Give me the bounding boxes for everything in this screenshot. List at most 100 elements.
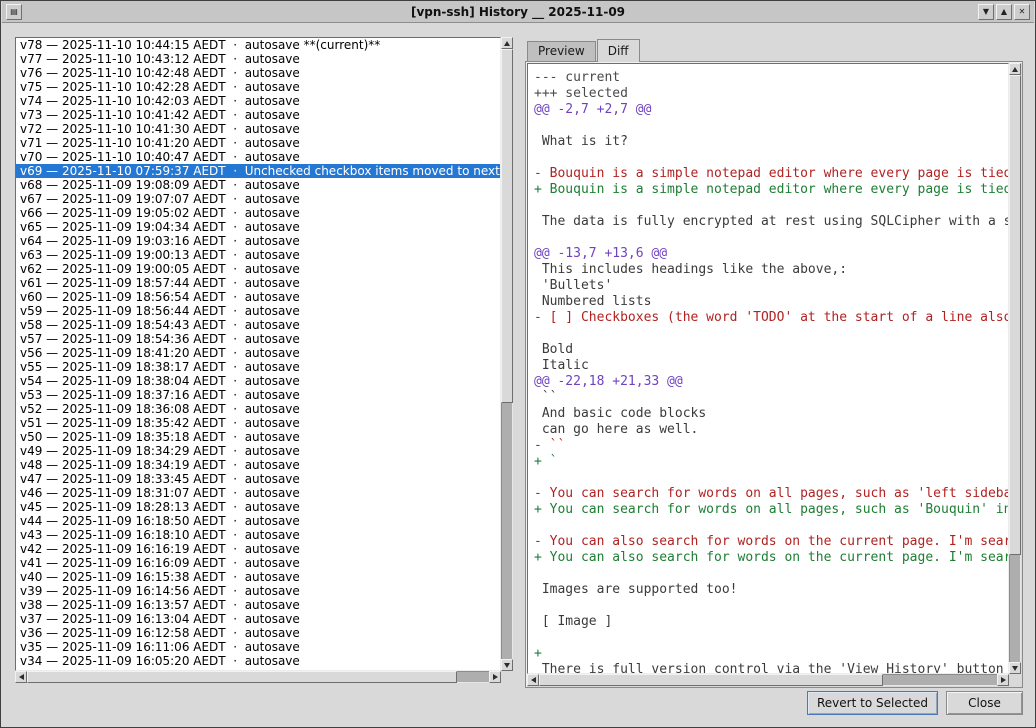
preview-diff-notebook: Preview Diff --- current+++ selected@@ -… [525, 38, 1023, 688]
diff-line [534, 630, 1008, 646]
history-version-row[interactable]: v78 — 2025-11-10 10:44:15 AEDT · autosav… [16, 38, 500, 52]
maximize-button[interactable]: ▲ [996, 4, 1012, 20]
scrollbar-thumb[interactable] [27, 671, 457, 683]
history-version-row[interactable]: v73 — 2025-11-10 10:41:42 AEDT · autosav… [16, 108, 500, 122]
scroll-down-arrow[interactable] [1009, 662, 1021, 674]
scroll-left-arrow[interactable] [527, 674, 539, 686]
close-window-button[interactable]: ✕ [1014, 4, 1030, 20]
diff-line: --- current [534, 70, 1008, 86]
diff-line: This includes headings like the above,: [534, 262, 1008, 278]
arrow-left-icon [19, 674, 24, 680]
diff-line [534, 150, 1008, 166]
window-menu-button[interactable]: ▤ [6, 4, 22, 20]
history-list[interactable]: v78 — 2025-11-10 10:44:15 AEDT · autosav… [15, 37, 501, 671]
diff-line: `` [534, 390, 1008, 406]
history-version-row[interactable]: v53 — 2025-11-09 18:37:16 AEDT · autosav… [16, 388, 500, 402]
history-version-row[interactable]: v48 — 2025-11-09 18:34:19 AEDT · autosav… [16, 458, 500, 472]
scroll-up-arrow[interactable] [501, 37, 513, 49]
scrollbar-thumb[interactable] [539, 674, 883, 686]
close-button[interactable]: Close [946, 691, 1023, 715]
diff-line: And basic code blocks [534, 406, 1008, 422]
history-version-row[interactable]: v39 — 2025-11-09 16:14:56 AEDT · autosav… [16, 584, 500, 598]
scrollbar-thumb[interactable] [501, 49, 513, 403]
diff-line: The data is fully encrypted at rest usin… [534, 214, 1008, 230]
diff-line: - Bouquin is a simple notepad editor whe… [534, 166, 1008, 182]
history-version-row[interactable]: v71 — 2025-11-10 10:41:20 AEDT · autosav… [16, 136, 500, 150]
history-version-row[interactable]: v42 — 2025-11-09 16:16:19 AEDT · autosav… [16, 542, 500, 556]
scrollbar-corner [501, 671, 513, 683]
diff-line [534, 326, 1008, 342]
tab-preview[interactable]: Preview [527, 41, 596, 61]
history-version-row[interactable]: v74 — 2025-11-10 10:42:03 AEDT · autosav… [16, 94, 500, 108]
diff-line: Images are supported too! [534, 582, 1008, 598]
history-version-row[interactable]: v62 — 2025-11-09 19:00:05 AEDT · autosav… [16, 262, 500, 276]
scroll-down-arrow[interactable] [501, 659, 513, 671]
history-version-row[interactable]: v55 — 2025-11-09 18:38:17 AEDT · autosav… [16, 360, 500, 374]
tab-diff[interactable]: Diff [597, 39, 640, 62]
history-version-row[interactable]: v40 — 2025-11-09 16:15:38 AEDT · autosav… [16, 570, 500, 584]
history-list-vertical-scrollbar[interactable] [501, 37, 513, 671]
history-version-row[interactable]: v44 — 2025-11-09 16:18:50 AEDT · autosav… [16, 514, 500, 528]
history-version-row[interactable]: v70 — 2025-11-10 10:40:47 AEDT · autosav… [16, 150, 500, 164]
history-version-row[interactable]: v47 — 2025-11-09 18:33:45 AEDT · autosav… [16, 472, 500, 486]
history-version-row[interactable]: v36 — 2025-11-09 16:12:58 AEDT · autosav… [16, 626, 500, 640]
history-version-row[interactable]: v75 — 2025-11-10 10:42:28 AEDT · autosav… [16, 80, 500, 94]
history-version-row[interactable]: v63 — 2025-11-09 19:00:13 AEDT · autosav… [16, 248, 500, 262]
history-version-row[interactable]: v49 — 2025-11-09 18:34:29 AEDT · autosav… [16, 444, 500, 458]
scroll-up-arrow[interactable] [1009, 63, 1021, 75]
history-version-row[interactable]: v60 — 2025-11-09 18:56:54 AEDT · autosav… [16, 290, 500, 304]
arrow-right-icon [493, 674, 498, 680]
arrow-down-icon [1012, 666, 1018, 671]
history-version-row[interactable]: v52 — 2025-11-09 18:36:08 AEDT · autosav… [16, 402, 500, 416]
history-version-row[interactable]: v38 — 2025-11-09 16:13:57 AEDT · autosav… [16, 598, 500, 612]
minimize-button[interactable]: ▼ [978, 4, 994, 20]
history-version-row[interactable]: v67 — 2025-11-09 19:07:07 AEDT · autosav… [16, 192, 500, 206]
history-version-row[interactable]: v46 — 2025-11-09 18:31:07 AEDT · autosav… [16, 486, 500, 500]
diff-line [534, 566, 1008, 582]
history-version-row[interactable]: v66 — 2025-11-09 19:05:02 AEDT · autosav… [16, 206, 500, 220]
arrow-up-icon [504, 41, 510, 46]
minimize-icon: ▼ [983, 7, 989, 16]
history-version-row[interactable]: v59 — 2025-11-09 18:56:44 AEDT · autosav… [16, 304, 500, 318]
history-version-row[interactable]: v72 — 2025-11-10 10:41:30 AEDT · autosav… [16, 122, 500, 136]
window-menu-icon: ▤ [10, 7, 18, 16]
diff-line: Bold [534, 342, 1008, 358]
scroll-right-arrow[interactable] [997, 674, 1009, 686]
diff-line: + [534, 646, 1008, 662]
diff-line [534, 518, 1008, 534]
history-version-row[interactable]: v68 — 2025-11-09 19:08:09 AEDT · autosav… [16, 178, 500, 192]
diff-line: can go here as well. [534, 422, 1008, 438]
diff-horizontal-scrollbar[interactable] [527, 674, 1009, 686]
diff-line: - You can search for words on all pages,… [534, 486, 1008, 502]
history-version-row[interactable]: v77 — 2025-11-10 10:43:12 AEDT · autosav… [16, 52, 500, 66]
diff-line: + Bouquin is a simple notepad editor whe… [534, 182, 1008, 198]
history-version-row[interactable]: v34 — 2025-11-09 16:05:20 AEDT · autosav… [16, 654, 500, 668]
history-version-row[interactable]: v65 — 2025-11-09 19:04:34 AEDT · autosav… [16, 220, 500, 234]
history-version-row[interactable]: v54 — 2025-11-09 18:38:04 AEDT · autosav… [16, 374, 500, 388]
history-version-row[interactable]: v56 — 2025-11-09 18:41:20 AEDT · autosav… [16, 346, 500, 360]
diff-line [534, 230, 1008, 246]
scrollbar-thumb[interactable] [1009, 75, 1021, 555]
history-version-row[interactable]: v37 — 2025-11-09 16:13:04 AEDT · autosav… [16, 612, 500, 626]
history-version-row[interactable]: v69 — 2025-11-10 07:59:37 AEDT · Uncheck… [16, 164, 500, 178]
history-version-row[interactable]: v41 — 2025-11-09 16:16:09 AEDT · autosav… [16, 556, 500, 570]
history-version-row[interactable]: v43 — 2025-11-09 16:18:10 AEDT · autosav… [16, 528, 500, 542]
diff-vertical-scrollbar[interactable] [1009, 63, 1021, 674]
history-version-row[interactable]: v57 — 2025-11-09 18:54:36 AEDT · autosav… [16, 332, 500, 346]
history-version-row[interactable]: v45 — 2025-11-09 18:28:13 AEDT · autosav… [16, 500, 500, 514]
history-version-row[interactable]: v58 — 2025-11-09 18:54:43 AEDT · autosav… [16, 318, 500, 332]
revert-to-selected-button[interactable]: Revert to Selected [807, 691, 938, 715]
history-version-row[interactable]: v50 — 2025-11-09 18:35:18 AEDT · autosav… [16, 430, 500, 444]
diff-line: @@ -22,18 +21,33 @@ [534, 374, 1008, 390]
scroll-right-arrow[interactable] [489, 671, 501, 683]
history-version-row[interactable]: v64 — 2025-11-09 19:03:16 AEDT · autosav… [16, 234, 500, 248]
history-list-frame: v78 — 2025-11-10 10:44:15 AEDT · autosav… [15, 37, 513, 683]
history-version-row[interactable]: v35 — 2025-11-09 16:11:06 AEDT · autosav… [16, 640, 500, 654]
history-version-row[interactable]: v51 — 2025-11-09 18:35:42 AEDT · autosav… [16, 416, 500, 430]
history-version-row[interactable]: v76 — 2025-11-10 10:42:48 AEDT · autosav… [16, 66, 500, 80]
history-version-row[interactable]: v61 — 2025-11-09 18:57:44 AEDT · autosav… [16, 276, 500, 290]
scroll-left-arrow[interactable] [15, 671, 27, 683]
diff-text[interactable]: --- current+++ selected@@ -2,7 +2,7 @@ W… [527, 63, 1009, 674]
history-list-horizontal-scrollbar[interactable] [15, 671, 501, 683]
diff-line: + You can search for words on all pages,… [534, 502, 1008, 518]
